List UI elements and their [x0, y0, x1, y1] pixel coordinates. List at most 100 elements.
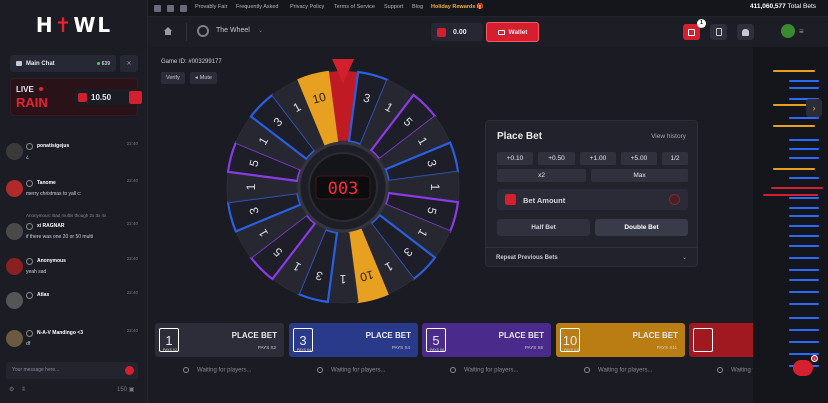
twitter-icon[interactable]	[154, 5, 161, 12]
place-bet-label: PLACE BET	[632, 331, 678, 340]
nav-blog[interactable]: Blog	[412, 4, 423, 10]
waiting-status: Waiting for players...	[450, 367, 518, 374]
chat-username[interactable]: N-A-V Mandingo <3	[37, 330, 83, 336]
nav-holiday-rewards[interactable]: Holiday Rewards 🎁	[431, 4, 484, 10]
history-bar	[763, 194, 818, 196]
main-chat-tab[interactable]: Main Chat 639	[10, 55, 116, 72]
max-button[interactable]: Max	[591, 169, 688, 182]
verify-button[interactable]: Verify	[161, 72, 185, 84]
chevron-right-icon[interactable]: ›	[806, 99, 822, 117]
card-pays: PAYS X2	[257, 345, 276, 350]
chat-message: Tanome 22:40 merry christmas to yall c:	[6, 178, 140, 204]
history-bar	[789, 329, 819, 331]
waiting-status: Waiting for players...	[317, 367, 385, 374]
nav-support[interactable]: Support	[384, 4, 403, 10]
wallet-button[interactable]: Wallet	[486, 22, 539, 42]
rank-badge-icon	[26, 143, 33, 150]
card-pays-small: PAYS X2	[163, 348, 178, 352]
nav-privacy[interactable]: Privacy Policy	[290, 4, 324, 10]
chat-username[interactable]: ponatisigejus	[37, 143, 69, 149]
settings-icon[interactable]: ⚙	[9, 387, 14, 393]
chat-text: merry christmas to yall c:	[26, 191, 82, 197]
emoji-icon[interactable]	[125, 366, 134, 375]
notification-badge: 1	[697, 19, 706, 28]
place-bet-label: PLACE BET	[365, 331, 411, 340]
history-bar	[789, 269, 819, 271]
repeat-bets-toggle[interactable]: Repeat Previous Bets	[496, 255, 558, 261]
logo[interactable]: H ✝ WL	[0, 0, 148, 50]
menu-icon[interactable]: ≡	[799, 27, 804, 36]
avatar[interactable]	[6, 180, 23, 197]
nav-provably-fair[interactable]: Provably Fair	[195, 4, 227, 10]
rain-amount: 10.50	[74, 89, 144, 105]
chat-username[interactable]: Anonymous	[37, 258, 66, 264]
send-icon[interactable]: ▣	[129, 387, 135, 393]
history-bar	[789, 341, 819, 343]
chat-username[interactable]: xi RAGNAR	[37, 223, 65, 229]
avatar[interactable]	[6, 223, 23, 240]
bet-card[interactable]: 3 PAYS X4 PLACE BET PAYS X4	[289, 323, 418, 357]
chat-close-button[interactable]: ✕	[120, 55, 138, 72]
add-0-10-button[interactable]: +0.10	[497, 152, 533, 165]
avatar[interactable]	[6, 292, 23, 309]
logo-text-left: H	[35, 13, 55, 37]
avatar[interactable]	[6, 330, 23, 347]
coin-icon	[505, 194, 516, 205]
chat-username[interactable]: Atlas	[37, 292, 49, 298]
bet-amount-field[interactable]: Bet Amount	[497, 189, 688, 210]
avatar[interactable]	[781, 24, 795, 38]
game-title[interactable]: The Wheel	[216, 27, 250, 34]
chat-input[interactable]: Your message here...	[6, 362, 138, 379]
rain-tip-button[interactable]	[129, 90, 142, 104]
history-bar	[773, 70, 815, 72]
history-bar	[789, 207, 819, 209]
logo-mark: ✝	[54, 13, 74, 37]
nav-terms[interactable]: Terms of Service	[334, 4, 375, 10]
chevron-down-icon[interactable]: ⌄	[258, 27, 263, 34]
history-bar	[789, 215, 819, 217]
home-icon[interactable]	[163, 26, 173, 36]
notifications-button[interactable]	[737, 24, 754, 40]
chevron-down-icon[interactable]: ⌄	[682, 254, 687, 261]
clear-icon[interactable]	[669, 194, 680, 205]
chat-time: 22:40	[126, 141, 138, 146]
double-bet-button[interactable]: Double Bet	[595, 219, 688, 236]
waiting-status: Waiting for players...	[584, 367, 652, 374]
half-quick-button[interactable]: 1/2	[662, 152, 688, 165]
chat-icon	[16, 61, 22, 66]
avatar[interactable]	[6, 143, 23, 160]
half-bet-button[interactable]: Half Bet	[497, 219, 590, 236]
add-0-50-button[interactable]: +0.50	[538, 152, 575, 165]
history-bar	[789, 87, 819, 89]
rules-icon[interactable]: ʬ	[22, 387, 25, 393]
balance-value: 0.00	[453, 28, 467, 36]
nav-faq[interactable]: Frequently Asked	[236, 4, 279, 10]
bet-card[interactable]: 10 PAYS X11 PLACE BET PAYS X11	[556, 323, 685, 357]
avatar[interactable]	[6, 258, 23, 275]
leaderboard-button[interactable]	[710, 24, 727, 40]
online-count: 639	[96, 61, 110, 67]
chat-message: ponatisigejus 22:40 ¿	[6, 141, 140, 167]
mute-button[interactable]: ◂ Mute	[190, 72, 217, 84]
support-chat-button[interactable]	[793, 360, 813, 376]
add-5-00-button[interactable]: +5.00	[621, 152, 657, 165]
add-1-00-button[interactable]: +1.00	[580, 152, 616, 165]
card-pays: PAYS X11	[656, 345, 677, 350]
balance-display[interactable]: 0.00	[431, 23, 483, 41]
spinner-icon	[717, 367, 723, 373]
rank-badge-icon	[26, 292, 33, 299]
total-bets: 411,060,577 Total Bets	[749, 3, 816, 10]
x2-button[interactable]: x2	[497, 169, 586, 182]
wallet-icon	[497, 29, 505, 35]
rain-banner: LIVE RAIN 10.50	[10, 78, 144, 116]
rain-live-label: LIVE	[16, 85, 34, 94]
telegram-icon[interactable]	[180, 5, 187, 12]
bet-card[interactable]: 1 PAYS X2 PLACE BET PAYS X2	[155, 323, 284, 357]
history-bar	[789, 303, 819, 305]
view-history-link[interactable]: View history	[651, 133, 686, 140]
card-pays: PAYS X6	[524, 345, 543, 350]
discord-icon[interactable]	[167, 5, 174, 12]
chat-username[interactable]: Tanome	[37, 180, 56, 186]
bet-card[interactable]: 5 PAYS X6 PLACE BET PAYS X6	[422, 323, 551, 357]
history-bar	[789, 235, 819, 237]
